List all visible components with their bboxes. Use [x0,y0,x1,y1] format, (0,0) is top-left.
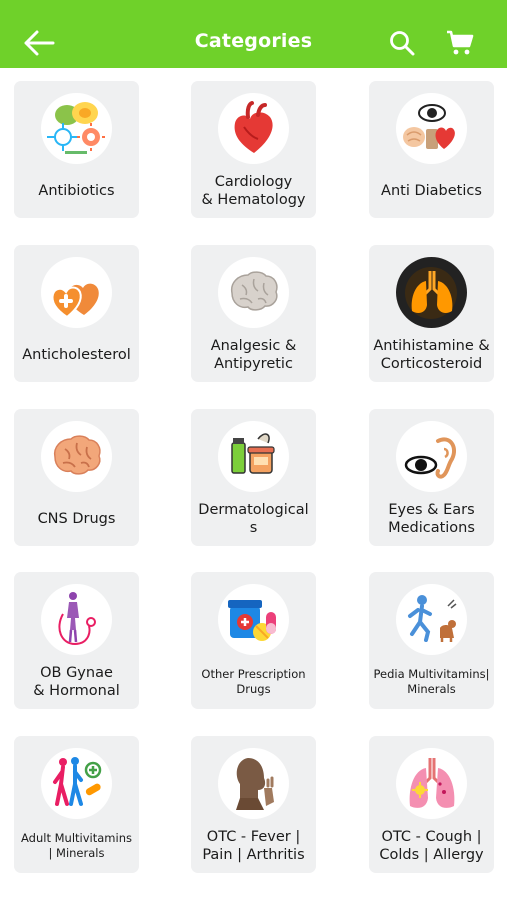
pill-bottle-icon [218,584,289,655]
category-card-ob-gynae[interactable]: OB Gynae & Hormonal [14,572,139,709]
category-label: Eyes & Ears Medications [388,502,475,536]
category-label: OTC - Fever | Pain | Arthritis [202,829,305,863]
category-label: Pedia Multivitamins| Minerals [373,667,490,696]
category-label: Adult Multivitamins | Minerals [21,831,132,860]
brain-icon [41,421,112,492]
category-card-pedia-multivitamins[interactable]: Pedia Multivitamins| Minerals [369,572,494,709]
category-label: OTC - Cough | Colds | Allergy [379,829,484,863]
category-card-analgesic[interactable]: Analgesic & Antipyretic [191,245,316,382]
category-card-cardiology[interactable]: Cardiology & Hematology [191,81,316,218]
eye-ear-icon [396,421,467,492]
category-card-dermatologicals[interactable]: Dermatological s [191,409,316,546]
category-card-eyes-ears[interactable]: Eyes & Ears Medications [369,409,494,546]
heart-icon [218,93,289,164]
category-grid: Antibiotics Cardiology & Hematology Anti… [0,68,507,900]
skincare-icon [218,421,289,492]
category-label: Antibiotics [38,183,115,199]
category-card-otc-cough[interactable]: OTC - Cough | Colds | Allergy [369,736,494,873]
lungs-pink-icon [396,748,467,819]
eye-brain-heart-icon [396,93,467,164]
category-label: Dermatological s [198,502,309,536]
antibiotics-icon [41,93,112,164]
category-card-otc-fever[interactable]: OTC - Fever | Pain | Arthritis [191,736,316,873]
category-card-antibiotics[interactable]: Antibiotics [14,81,139,218]
category-card-cns-drugs[interactable]: CNS Drugs [14,409,139,546]
category-label: OB Gynae & Hormonal [33,665,120,699]
adults-walking-icon [41,748,112,819]
child-running-icon [396,584,467,655]
category-label: Other Prescription Drugs [201,667,306,696]
woman-stethoscope-icon [41,584,112,655]
category-card-anti-diabetics[interactable]: Anti Diabetics [369,81,494,218]
brain-gray-icon [218,257,289,328]
category-card-other-prescription[interactable]: Other Prescription Drugs [191,572,316,709]
category-label: Anticholesterol [22,347,131,363]
category-card-antihistamine[interactable]: Antihistamine & Corticosteroid [369,245,494,382]
category-label: Anti Diabetics [381,183,482,199]
page-title: Categories [194,30,313,52]
category-card-anticholesterol[interactable]: Anticholesterol [14,245,139,382]
app-header: Categories [0,0,507,68]
heart-plus-icon [41,257,112,328]
category-label: Analgesic & Antipyretic [210,338,297,372]
lungs-icon [396,257,467,328]
head-pain-icon [218,748,289,819]
cart-icon[interactable] [446,30,474,56]
search-icon[interactable] [389,30,415,56]
category-label: Cardiology & Hematology [201,174,306,208]
category-card-adult-multivitamins[interactable]: Adult Multivitamins | Minerals [14,736,139,873]
category-label: Antihistamine & Corticosteroid [373,338,490,372]
category-label: CNS Drugs [37,511,116,527]
